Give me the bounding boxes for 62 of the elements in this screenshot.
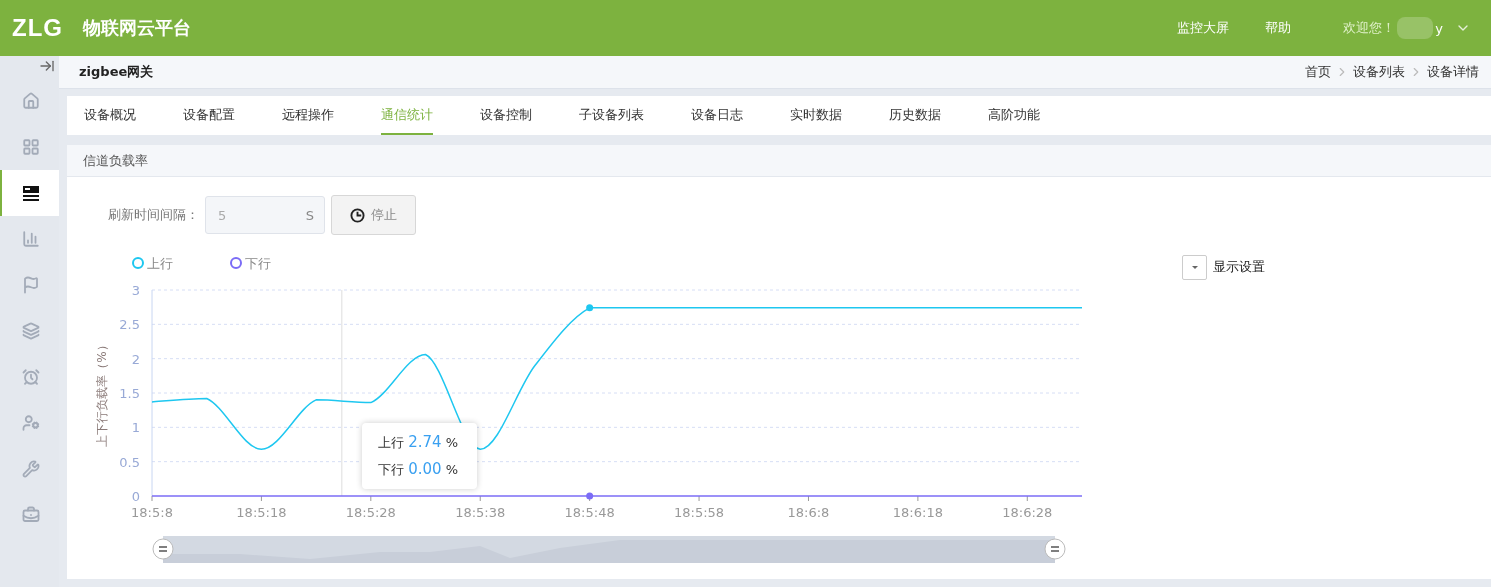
alarm-clock-icon	[21, 368, 40, 386]
tools-icon	[21, 460, 40, 478]
field-label: 刷新时间间隔：	[108, 206, 199, 224]
axis-label: 18:6:18	[892, 505, 943, 520]
tooltip-row-text: 下行 0.00 %	[378, 460, 460, 479]
tab[interactable]: 子设备列表	[579, 96, 644, 135]
breadcrumb-link[interactable]: 首页	[1305, 63, 1331, 81]
page-title: zigbee网关	[78, 63, 154, 81]
dropdown-button[interactable]	[1182, 254, 1207, 280]
axis-label: 2	[131, 351, 140, 367]
unit-label: S	[305, 207, 314, 223]
layers-icon	[21, 322, 40, 340]
axis-label: 18:5:18	[236, 505, 287, 520]
legend-label: 上行	[147, 256, 173, 271]
axis-label: 18:5:48	[564, 505, 615, 520]
legend-item[interactable]: 上行	[132, 256, 173, 271]
axis-label: 18:5:38	[455, 505, 506, 520]
sidebar-item[interactable]	[0, 170, 59, 216]
tab[interactable]: 远程操作	[282, 96, 334, 135]
blurred-name	[1397, 17, 1434, 39]
app-title: 物联网云平台	[83, 16, 191, 40]
breadcrumb-link[interactable]: 设备列表	[1353, 63, 1405, 81]
slider-handle[interactable]	[152, 538, 174, 560]
axis-label: 18:6:28	[1002, 505, 1053, 520]
axis-label: 0	[131, 489, 140, 504]
caret-icon	[1190, 264, 1199, 270]
data-point	[586, 492, 594, 500]
axis-label: 1.5	[119, 386, 140, 401]
axis-label: 0.5	[119, 454, 140, 470]
grid-icon	[21, 138, 40, 156]
welcome-text: 欢迎您！	[1343, 19, 1396, 37]
tab[interactable]: 设备控制	[480, 96, 532, 135]
tab[interactable]: 设备概况	[84, 96, 136, 135]
timer-icon	[350, 207, 365, 223]
tab[interactable]: 设备配置	[183, 96, 235, 135]
toolbox-icon	[21, 506, 40, 524]
legend-label: 下行	[245, 256, 271, 271]
axis-label: 18:5:28	[345, 505, 396, 520]
tab[interactable]: 历史数据	[889, 96, 941, 135]
tab[interactable]: 设备日志	[691, 96, 743, 135]
axis-label: 3	[131, 283, 140, 298]
flag-icon	[21, 276, 40, 294]
legend-item[interactable]: 下行	[230, 256, 271, 271]
settings-label[interactable]: 显示设置	[1213, 258, 1265, 276]
panel-title: 信道负载率	[67, 145, 1491, 177]
axis-title: 上下行负载率（%）	[95, 339, 109, 447]
bar-chart-icon	[21, 230, 40, 248]
tab[interactable]: 实时数据	[790, 96, 842, 135]
list-icon	[21, 185, 40, 201]
slider-handle[interactable]	[1044, 538, 1066, 560]
axis-label: 18:6:8	[787, 505, 830, 520]
axis-label: 18:5:8	[131, 505, 173, 520]
user-gear-icon	[21, 414, 40, 432]
axis-label: 2.5	[119, 317, 140, 333]
axis-label: 18:5:58	[674, 505, 725, 520]
axis-label: 1	[131, 420, 140, 436]
logo: ZLG	[12, 14, 63, 42]
data-point	[586, 304, 594, 312]
tab[interactable]: 高阶功能	[988, 96, 1040, 135]
tooltip-row-text: 上行 2.74 %	[378, 433, 460, 452]
breadcrumb-link[interactable]: 设备详情	[1427, 63, 1479, 81]
home-icon	[21, 92, 40, 110]
